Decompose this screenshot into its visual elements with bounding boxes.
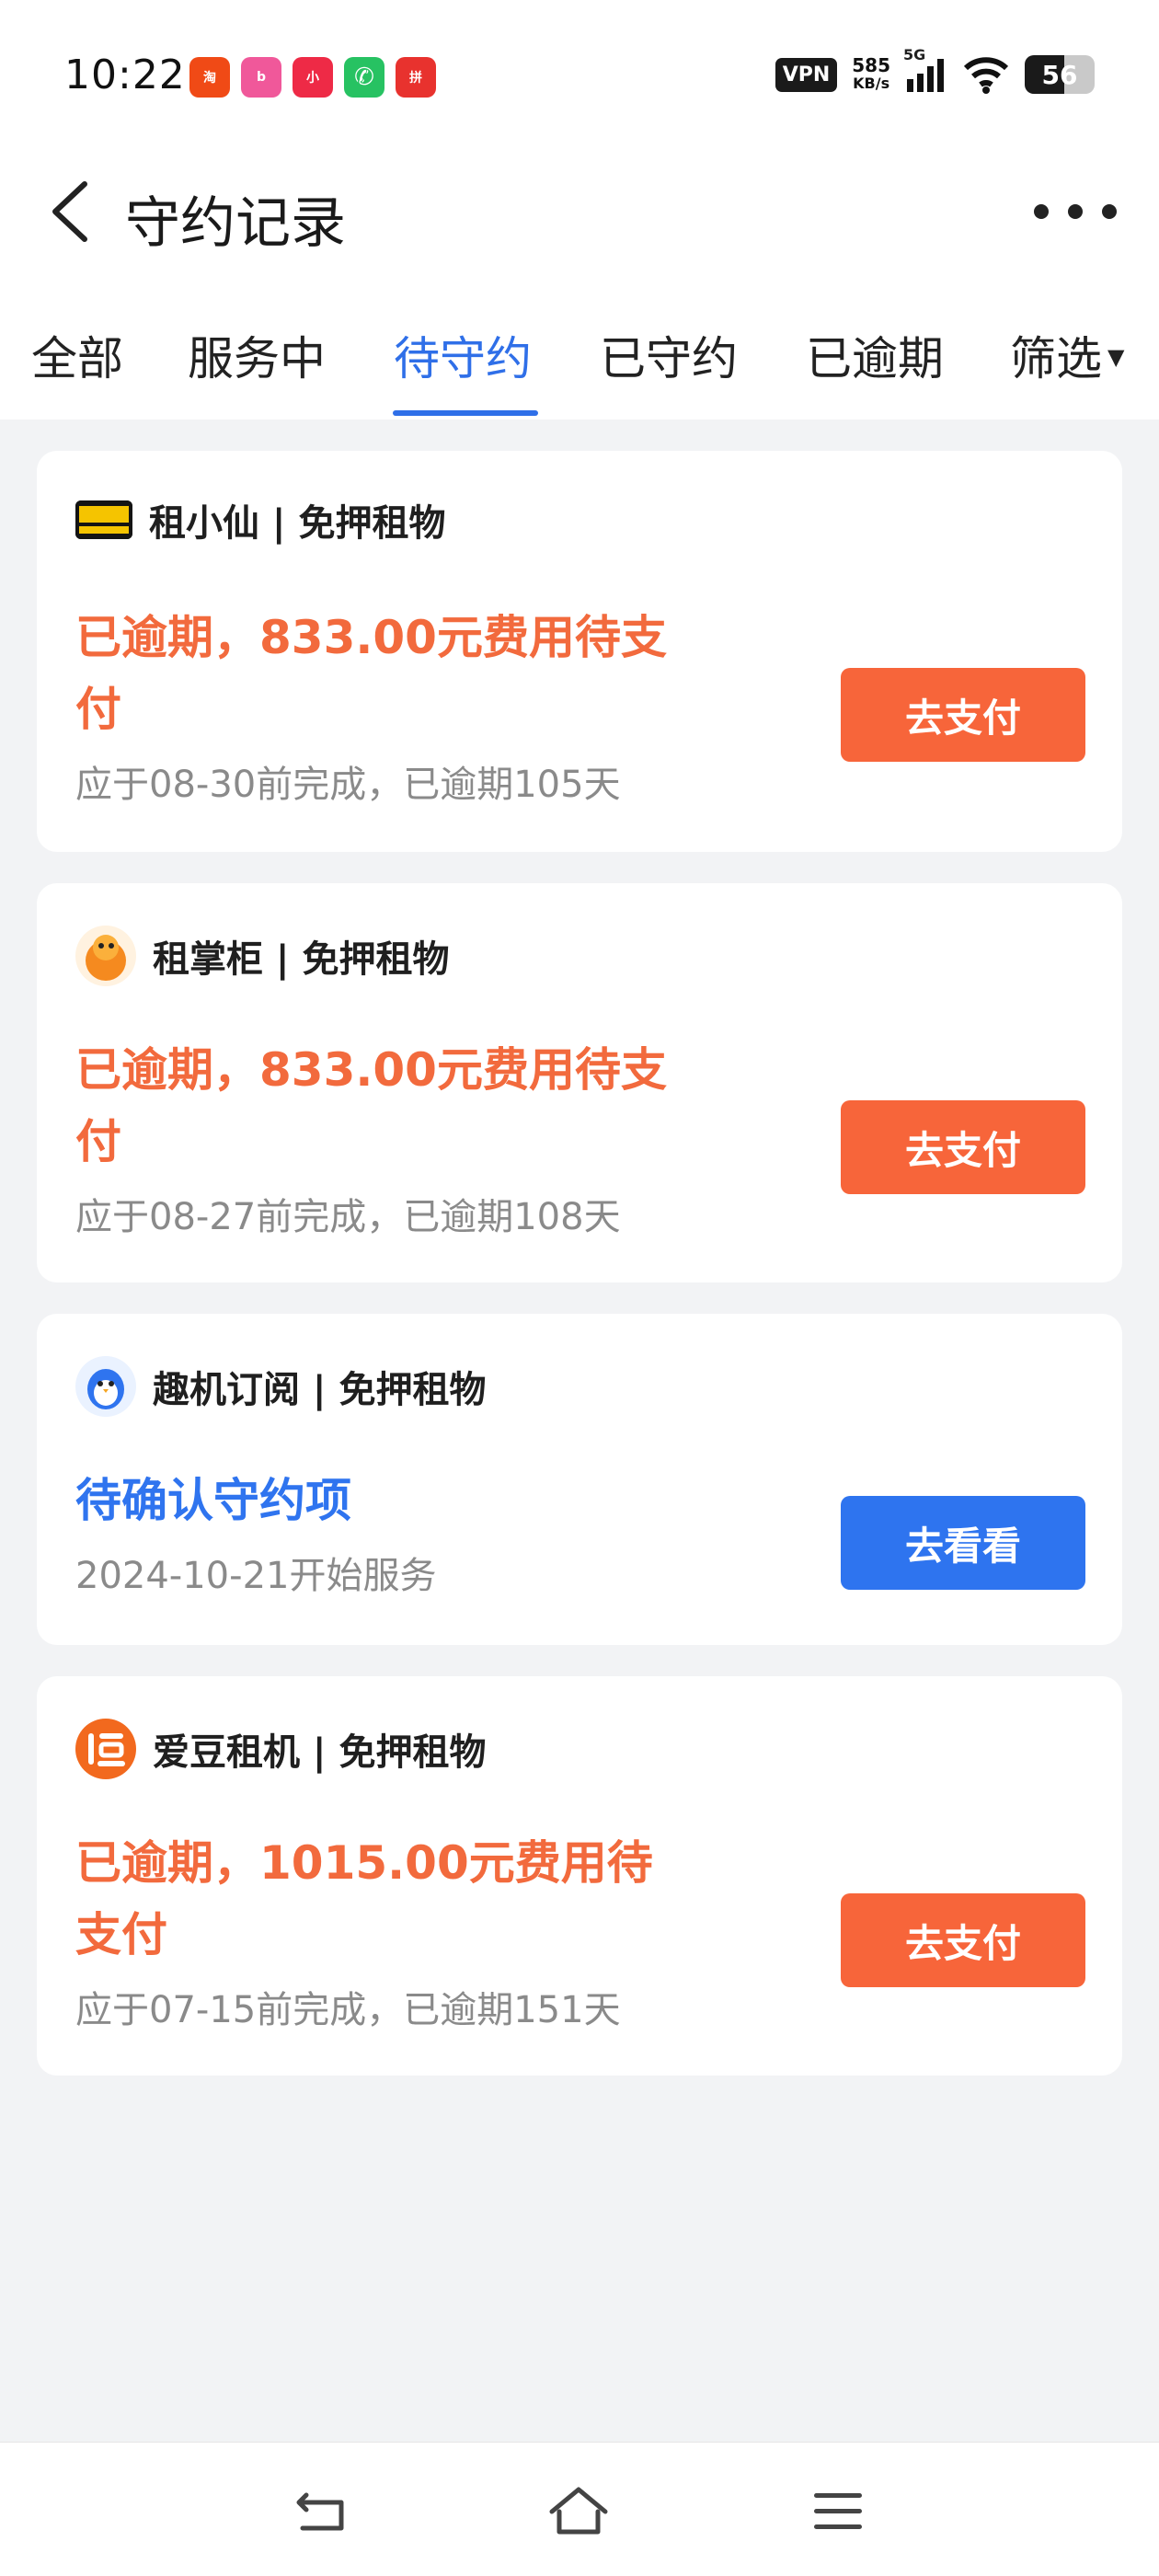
system-menu-button[interactable]: [797, 2470, 879, 2553]
xiaohongshu-app-icon: 小: [293, 57, 333, 98]
status-indicators: VPN 585 KB/s 5G 56: [775, 46, 1095, 94]
card-header: 趣机订阅 | 免押租物: [75, 1356, 486, 1417]
network-speed-value: 585: [852, 54, 890, 76]
view-button[interactable]: 去看看: [841, 1496, 1085, 1590]
card-subtext: 2024-10-21开始服务: [75, 1555, 437, 1597]
card-subtext: 应于07-15前完成，已逾期151天: [75, 1989, 621, 2031]
card-status-line: 待确认守约项: [75, 1474, 351, 1527]
caret-down-icon: ▼: [1107, 343, 1125, 370]
record-card[interactable]: 租小仙 | 免押租物 已逾期，833.00元费用待支 付 应于08-30前完成，…: [37, 451, 1122, 852]
more-dot-icon: [1068, 204, 1083, 219]
tab-bar: 全部 服务中 待守约 已守约 已逾期 筛选 ▼: [0, 304, 1159, 420]
card-header: 爱豆租机 | 免押租物: [75, 1719, 486, 1779]
status-bar: 10:22 淘 b 小 ✆ 拼 VPN 585 KB/s 5G 56: [0, 0, 1159, 156]
card-status-line: 已逾期，833.00元费用待支: [75, 611, 667, 664]
wifi-icon: [963, 57, 1009, 94]
card-status-line: 已逾期，833.00元费用待支: [75, 1043, 667, 1097]
tab-fulfilled[interactable]: 已守约: [600, 322, 738, 388]
card-status-line: 付: [75, 683, 121, 736]
tab-all[interactable]: 全部: [31, 322, 123, 388]
card-brand: 租掌柜 | 免押租物: [153, 938, 450, 981]
bilibili-app-icon: b: [241, 57, 281, 98]
status-app-icons: 淘 b 小 ✆ 拼: [189, 57, 436, 98]
record-card[interactable]: 爱豆租机 | 免押租物 已逾期，1015.00元费用待 支付 应于07-15前完…: [37, 1676, 1122, 2076]
navigation-bar: 守约记录: [0, 156, 1159, 267]
system-navigation-bar: [0, 2442, 1159, 2576]
phone-app-icon: ✆: [344, 57, 384, 98]
card-brand: 租小仙 | 免押租物: [149, 502, 446, 545]
record-card[interactable]: 趣机订阅 | 免押租物 待确认守约项 2024-10-21开始服务 去看看: [37, 1314, 1122, 1645]
status-time: 10:22: [64, 52, 186, 98]
more-options-button[interactable]: [1034, 182, 1117, 241]
zuxiaoxian-logo-icon: [75, 500, 132, 539]
pinduoduo-app-icon: 拼: [396, 57, 436, 98]
record-card[interactable]: 租掌柜 | 免押租物 已逾期，833.00元费用待支 付 应于08-27前完成，…: [37, 883, 1122, 1282]
active-tab-indicator: [393, 410, 538, 416]
taobao-app-icon: 淘: [189, 57, 230, 98]
menu-icon: [814, 2493, 862, 2529]
system-back-button[interactable]: [281, 2470, 364, 2553]
pay-button[interactable]: 去支付: [841, 1893, 1085, 1987]
more-dot-icon: [1102, 204, 1117, 219]
pay-button[interactable]: 去支付: [841, 668, 1085, 762]
card-status: 已逾期，1015.00元费用待 支付: [75, 1827, 775, 1971]
zuzhanggui-logo-icon: [75, 926, 136, 986]
tab-filter[interactable]: 筛选 ▼: [1010, 322, 1124, 388]
more-dot-icon: [1034, 204, 1049, 219]
card-brand: 爱豆租机 | 免押租物: [153, 1731, 487, 1774]
card-brand: 趣机订阅 | 免押租物: [153, 1369, 487, 1411]
vpn-badge: VPN: [775, 57, 838, 92]
card-status-line: 已逾期，1015.00元费用待: [75, 1836, 653, 1890]
card-status-line: 付: [75, 1115, 121, 1168]
page-title: 守约记录: [125, 191, 346, 256]
card-subtext: 应于08-30前完成，已逾期105天: [75, 764, 621, 806]
system-home-button[interactable]: [537, 2470, 620, 2553]
pay-button[interactable]: 去支付: [841, 1100, 1085, 1194]
card-header: 租小仙 | 免押租物: [75, 493, 445, 546]
quji-logo-icon: [75, 1356, 136, 1417]
card-header: 租掌柜 | 免押租物: [75, 926, 449, 986]
battery-icon: 56: [1025, 55, 1095, 94]
back-arrow-icon: [296, 2492, 344, 2531]
card-subtext: 应于08-27前完成，已逾期108天: [75, 1196, 621, 1238]
home-icon: [549, 2487, 608, 2535]
back-button[interactable]: [33, 175, 107, 248]
tab-overdue[interactable]: 已逾期: [806, 322, 944, 388]
filter-label: 筛选: [1010, 332, 1102, 385]
network-type: 5G: [903, 46, 926, 63]
card-status: 已逾期，833.00元费用待支 付: [75, 602, 775, 745]
tab-in-service[interactable]: 服务中: [188, 322, 326, 388]
battery-level: 56: [1041, 60, 1078, 90]
tab-pending[interactable]: 待守约: [394, 322, 532, 388]
card-status-line: 支付: [75, 1908, 167, 1961]
signal-icon: 5G: [903, 46, 947, 94]
aidou-logo-icon: [75, 1719, 136, 1779]
network-speed-unit: KB/s: [853, 75, 890, 92]
card-status: 已逾期，833.00元费用待支 付: [75, 1034, 775, 1178]
network-speed: 585 KB/s: [852, 56, 890, 93]
chevron-left-icon: [52, 181, 87, 242]
card-status: 待确认守约项: [75, 1465, 775, 1536]
